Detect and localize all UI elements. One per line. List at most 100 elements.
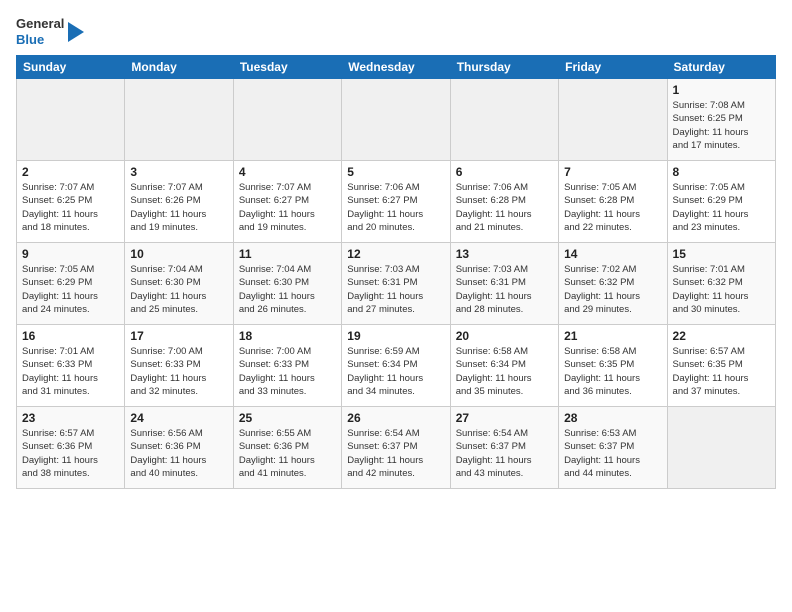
day-number: 20	[456, 329, 553, 343]
header: GeneralBlue	[16, 16, 776, 47]
day-info: Sunrise: 6:56 AM Sunset: 6:36 PM Dayligh…	[130, 427, 227, 480]
calendar-cell: 10 Sunrise: 7:04 AM Sunset: 6:30 PM Dayli…	[125, 243, 233, 325]
day-info: Sunrise: 7:05 AM Sunset: 6:29 PM Dayligh…	[673, 181, 770, 234]
day-info: Sunrise: 7:07 AM Sunset: 6:25 PM Dayligh…	[22, 181, 119, 234]
day-info: Sunrise: 6:55 AM Sunset: 6:36 PM Dayligh…	[239, 427, 336, 480]
calendar-cell: 6 Sunrise: 7:06 AM Sunset: 6:28 PM Daylig…	[450, 161, 558, 243]
week-row-0: 1 Sunrise: 7:08 AM Sunset: 6:25 PM Daylig…	[17, 79, 776, 161]
day-info: Sunrise: 7:01 AM Sunset: 6:33 PM Dayligh…	[22, 345, 119, 398]
calendar-cell: 14 Sunrise: 7:02 AM Sunset: 6:32 PM Dayli…	[559, 243, 667, 325]
weekday-header-tuesday: Tuesday	[233, 56, 341, 79]
day-number: 7	[564, 165, 661, 179]
day-info: Sunrise: 7:03 AM Sunset: 6:31 PM Dayligh…	[347, 263, 444, 316]
calendar-cell: 15Sunrise: 7:01 AM Sunset: 6:32 PM Dayli…	[667, 243, 775, 325]
day-number: 11	[239, 247, 336, 261]
day-info: Sunrise: 6:59 AM Sunset: 6:34 PM Dayligh…	[347, 345, 444, 398]
calendar-cell	[667, 407, 775, 489]
day-number: 23	[22, 411, 119, 425]
day-info: Sunrise: 7:01 AM Sunset: 6:32 PM Dayligh…	[673, 263, 770, 316]
day-number: 16	[22, 329, 119, 343]
weekday-header-row: SundayMondayTuesdayWednesdayThursdayFrid…	[17, 56, 776, 79]
day-info: Sunrise: 6:54 AM Sunset: 6:37 PM Dayligh…	[456, 427, 553, 480]
calendar-cell: 2 Sunrise: 7:07 AM Sunset: 6:25 PM Daylig…	[17, 161, 125, 243]
day-info: Sunrise: 7:06 AM Sunset: 6:28 PM Dayligh…	[456, 181, 553, 234]
day-info: Sunrise: 6:58 AM Sunset: 6:34 PM Dayligh…	[456, 345, 553, 398]
calendar-cell	[17, 79, 125, 161]
day-info: Sunrise: 7:05 AM Sunset: 6:29 PM Dayligh…	[22, 263, 119, 316]
weekday-header-friday: Friday	[559, 56, 667, 79]
day-info: Sunrise: 6:53 AM Sunset: 6:37 PM Dayligh…	[564, 427, 661, 480]
calendar-cell: 22 Sunrise: 6:57 AM Sunset: 6:35 PM Dayli…	[667, 325, 775, 407]
day-number: 8	[673, 165, 770, 179]
logo-triangle-icon	[68, 18, 84, 46]
day-info: Sunrise: 6:57 AM Sunset: 6:36 PM Dayligh…	[22, 427, 119, 480]
day-info: Sunrise: 6:54 AM Sunset: 6:37 PM Dayligh…	[347, 427, 444, 480]
calendar-cell	[450, 79, 558, 161]
calendar-cell: 5Sunrise: 7:06 AM Sunset: 6:27 PM Daylig…	[342, 161, 450, 243]
weekday-header-wednesday: Wednesday	[342, 56, 450, 79]
day-number: 14	[564, 247, 661, 261]
page: GeneralBlue SundayMondayTuesdayWednesday…	[0, 0, 792, 612]
day-number: 6	[456, 165, 553, 179]
calendar-cell: 19 Sunrise: 6:59 AM Sunset: 6:34 PM Dayli…	[342, 325, 450, 407]
day-number: 26	[347, 411, 444, 425]
calendar-cell: 26 Sunrise: 6:54 AM Sunset: 6:37 PM Dayli…	[342, 407, 450, 489]
calendar: SundayMondayTuesdayWednesdayThursdayFrid…	[16, 55, 776, 489]
day-number: 19	[347, 329, 444, 343]
week-row-2: 9 Sunrise: 7:05 AM Sunset: 6:29 PM Daylig…	[17, 243, 776, 325]
calendar-cell	[125, 79, 233, 161]
calendar-cell: 16 Sunrise: 7:01 AM Sunset: 6:33 PM Dayli…	[17, 325, 125, 407]
day-info: Sunrise: 7:08 AM Sunset: 6:25 PM Dayligh…	[673, 99, 770, 152]
day-number: 25	[239, 411, 336, 425]
day-info: Sunrise: 7:07 AM Sunset: 6:27 PM Dayligh…	[239, 181, 336, 234]
day-info: Sunrise: 7:00 AM Sunset: 6:33 PM Dayligh…	[130, 345, 227, 398]
day-number: 24	[130, 411, 227, 425]
week-row-1: 2 Sunrise: 7:07 AM Sunset: 6:25 PM Daylig…	[17, 161, 776, 243]
day-info: Sunrise: 6:57 AM Sunset: 6:35 PM Dayligh…	[673, 345, 770, 398]
day-info: Sunrise: 7:05 AM Sunset: 6:28 PM Dayligh…	[564, 181, 661, 234]
day-info: Sunrise: 7:04 AM Sunset: 6:30 PM Dayligh…	[130, 263, 227, 316]
day-number: 21	[564, 329, 661, 343]
calendar-cell: 24 Sunrise: 6:56 AM Sunset: 6:36 PM Dayli…	[125, 407, 233, 489]
calendar-cell: 11Sunrise: 7:04 AM Sunset: 6:30 PM Dayli…	[233, 243, 341, 325]
day-number: 2	[22, 165, 119, 179]
calendar-cell: 17 Sunrise: 7:00 AM Sunset: 6:33 PM Dayli…	[125, 325, 233, 407]
calendar-cell	[559, 79, 667, 161]
day-number: 10	[130, 247, 227, 261]
calendar-cell	[233, 79, 341, 161]
calendar-cell: 25 Sunrise: 6:55 AM Sunset: 6:36 PM Dayli…	[233, 407, 341, 489]
day-number: 22	[673, 329, 770, 343]
calendar-cell: 4 Sunrise: 7:07 AM Sunset: 6:27 PM Daylig…	[233, 161, 341, 243]
day-number: 4	[239, 165, 336, 179]
calendar-cell: 18 Sunrise: 7:00 AM Sunset: 6:33 PM Dayli…	[233, 325, 341, 407]
day-number: 3	[130, 165, 227, 179]
day-number: 18	[239, 329, 336, 343]
calendar-cell: 23 Sunrise: 6:57 AM Sunset: 6:36 PM Dayli…	[17, 407, 125, 489]
logo-text: GeneralBlue	[16, 16, 64, 47]
week-row-3: 16 Sunrise: 7:01 AM Sunset: 6:33 PM Dayli…	[17, 325, 776, 407]
day-info: Sunrise: 7:07 AM Sunset: 6:26 PM Dayligh…	[130, 181, 227, 234]
calendar-cell	[342, 79, 450, 161]
weekday-header-saturday: Saturday	[667, 56, 775, 79]
calendar-cell: 3 Sunrise: 7:07 AM Sunset: 6:26 PM Daylig…	[125, 161, 233, 243]
calendar-cell: 9 Sunrise: 7:05 AM Sunset: 6:29 PM Daylig…	[17, 243, 125, 325]
day-number: 1	[673, 83, 770, 97]
weekday-header-monday: Monday	[125, 56, 233, 79]
weekday-header-sunday: Sunday	[17, 56, 125, 79]
day-info: Sunrise: 7:03 AM Sunset: 6:31 PM Dayligh…	[456, 263, 553, 316]
calendar-cell: 12Sunrise: 7:03 AM Sunset: 6:31 PM Dayli…	[342, 243, 450, 325]
day-number: 17	[130, 329, 227, 343]
calendar-cell: 13Sunrise: 7:03 AM Sunset: 6:31 PM Dayli…	[450, 243, 558, 325]
calendar-cell: 20 Sunrise: 6:58 AM Sunset: 6:34 PM Dayli…	[450, 325, 558, 407]
day-number: 27	[456, 411, 553, 425]
calendar-cell: 28 Sunrise: 6:53 AM Sunset: 6:37 PM Dayli…	[559, 407, 667, 489]
calendar-cell: 8 Sunrise: 7:05 AM Sunset: 6:29 PM Daylig…	[667, 161, 775, 243]
day-info: Sunrise: 7:02 AM Sunset: 6:32 PM Dayligh…	[564, 263, 661, 316]
day-info: Sunrise: 6:58 AM Sunset: 6:35 PM Dayligh…	[564, 345, 661, 398]
logo: GeneralBlue	[16, 16, 84, 47]
day-number: 9	[22, 247, 119, 261]
day-info: Sunrise: 7:00 AM Sunset: 6:33 PM Dayligh…	[239, 345, 336, 398]
day-number: 5	[347, 165, 444, 179]
calendar-cell: 27 Sunrise: 6:54 AM Sunset: 6:37 PM Dayli…	[450, 407, 558, 489]
day-number: 28	[564, 411, 661, 425]
